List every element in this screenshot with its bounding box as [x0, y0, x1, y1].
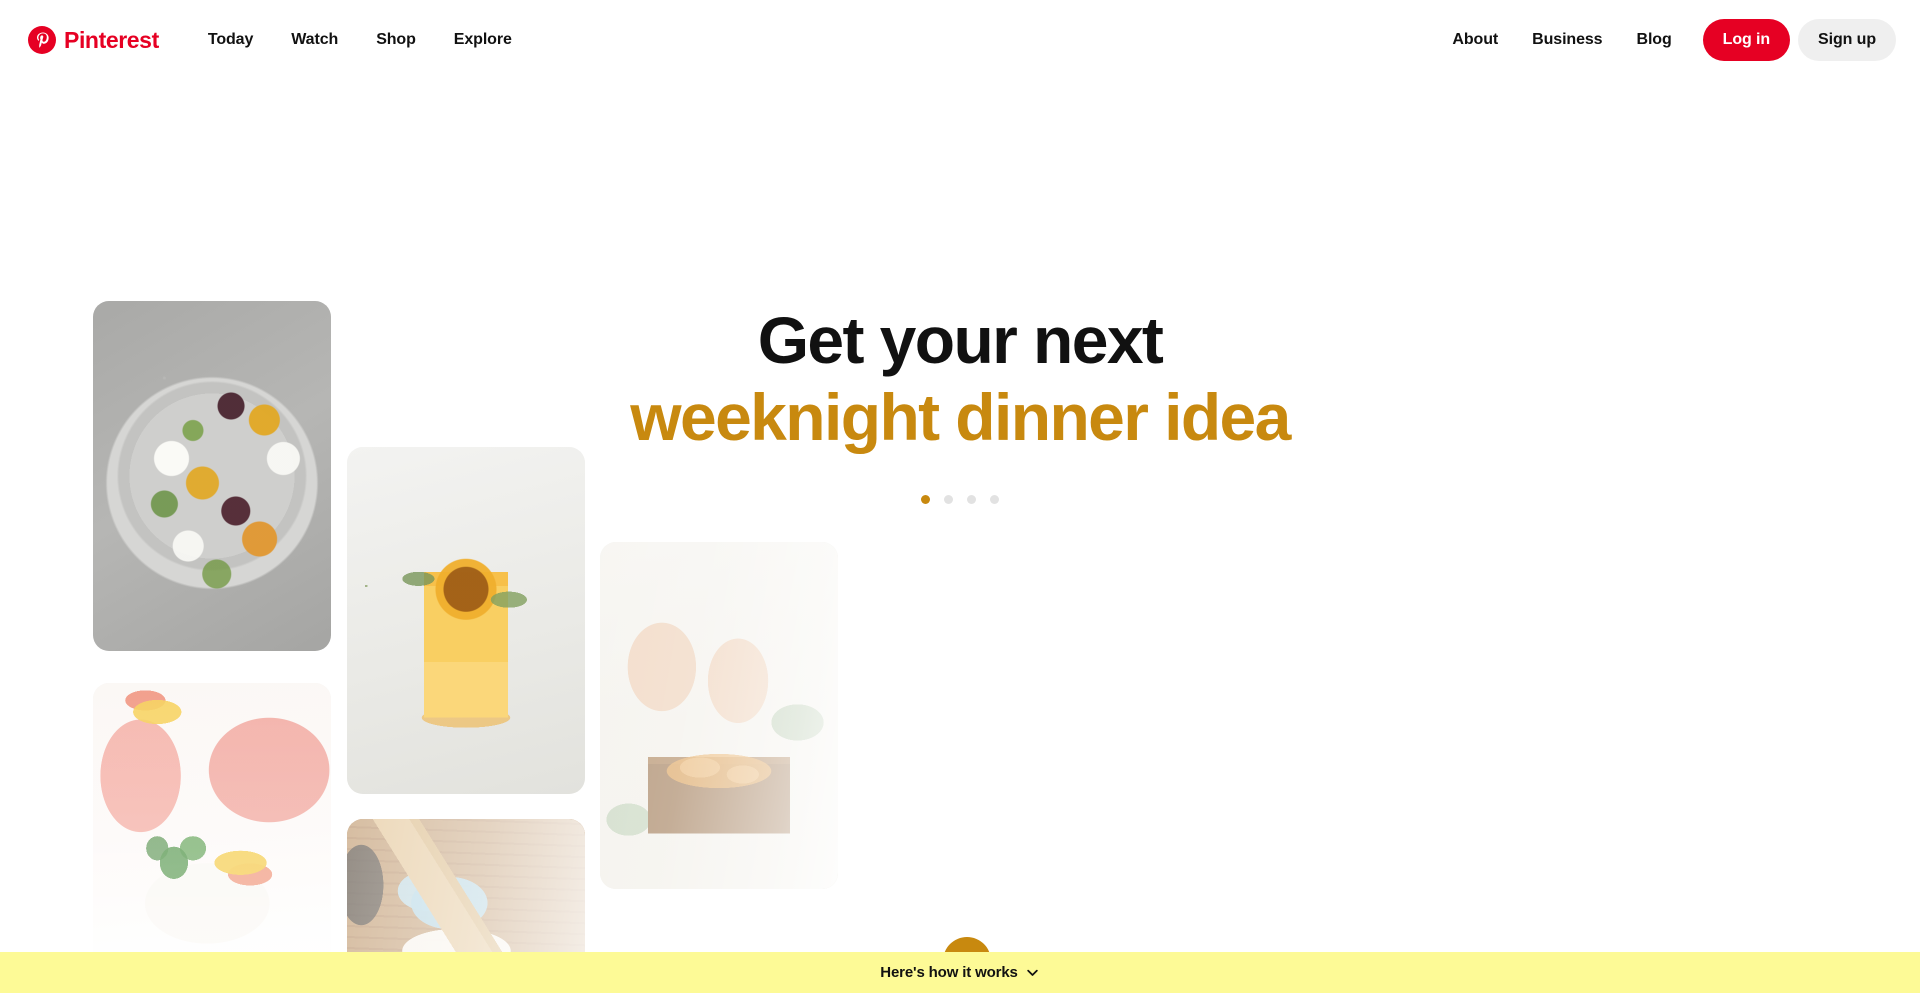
carousel-dot-3[interactable] — [967, 495, 976, 504]
pink-lemonade-with-mint-image — [93, 683, 331, 952]
hands-tossing-salad-in-wooden-bowl-image — [600, 542, 838, 889]
beet-and-goat-cheese-salad-plate-image — [93, 301, 331, 651]
nav-item-watch[interactable]: Watch — [272, 23, 357, 57]
nav-item-business[interactable]: Business — [1515, 23, 1619, 57]
nav-item-today[interactable]: Today — [189, 23, 272, 57]
nav-item-explore[interactable]: Explore — [435, 23, 531, 57]
secondary-navigation: About Business Blog Log in Sign up — [1435, 19, 1896, 61]
collage-tile-baking[interactable] — [347, 819, 585, 952]
carousel-dots — [0, 495, 1920, 504]
baking-rolling-pin-and-oven-mitt-image — [347, 819, 585, 952]
how-it-works-label: Here's how it works — [880, 964, 1018, 981]
scroll-down-button[interactable] — [943, 937, 991, 952]
nav-item-blog[interactable]: Blog — [1619, 23, 1688, 57]
collage-tile-wooden-bowl[interactable] — [600, 542, 838, 889]
pinterest-logo-link[interactable]: Pinterest — [28, 26, 159, 54]
signup-button[interactable]: Sign up — [1798, 19, 1896, 61]
collage-tile-lemonade[interactable] — [93, 683, 331, 952]
hero-image-collage — [0, 80, 860, 952]
nav-item-shop[interactable]: Shop — [357, 23, 435, 57]
carousel-dot-2[interactable] — [944, 495, 953, 504]
nav-item-about[interactable]: About — [1435, 23, 1515, 57]
collage-tile-salad[interactable] — [93, 301, 331, 651]
login-button[interactable]: Log in — [1702, 19, 1791, 61]
primary-navigation: Today Watch Shop Explore — [189, 23, 531, 57]
brand-wordmark: Pinterest — [64, 26, 159, 53]
site-header: Pinterest Today Watch Shop Explore About… — [0, 0, 1920, 80]
chevron-down-icon — [1026, 969, 1038, 976]
carousel-dot-1[interactable] — [921, 495, 930, 504]
hero-section: Get your next weeknight dinner idea — [0, 80, 1920, 952]
pinterest-logo-icon — [28, 26, 56, 54]
carousel-dot-4[interactable] — [990, 495, 999, 504]
pinterest-homepage: Pinterest Today Watch Shop Explore About… — [0, 0, 1920, 993]
how-it-works-bar[interactable]: Here's how it works — [0, 952, 1920, 993]
